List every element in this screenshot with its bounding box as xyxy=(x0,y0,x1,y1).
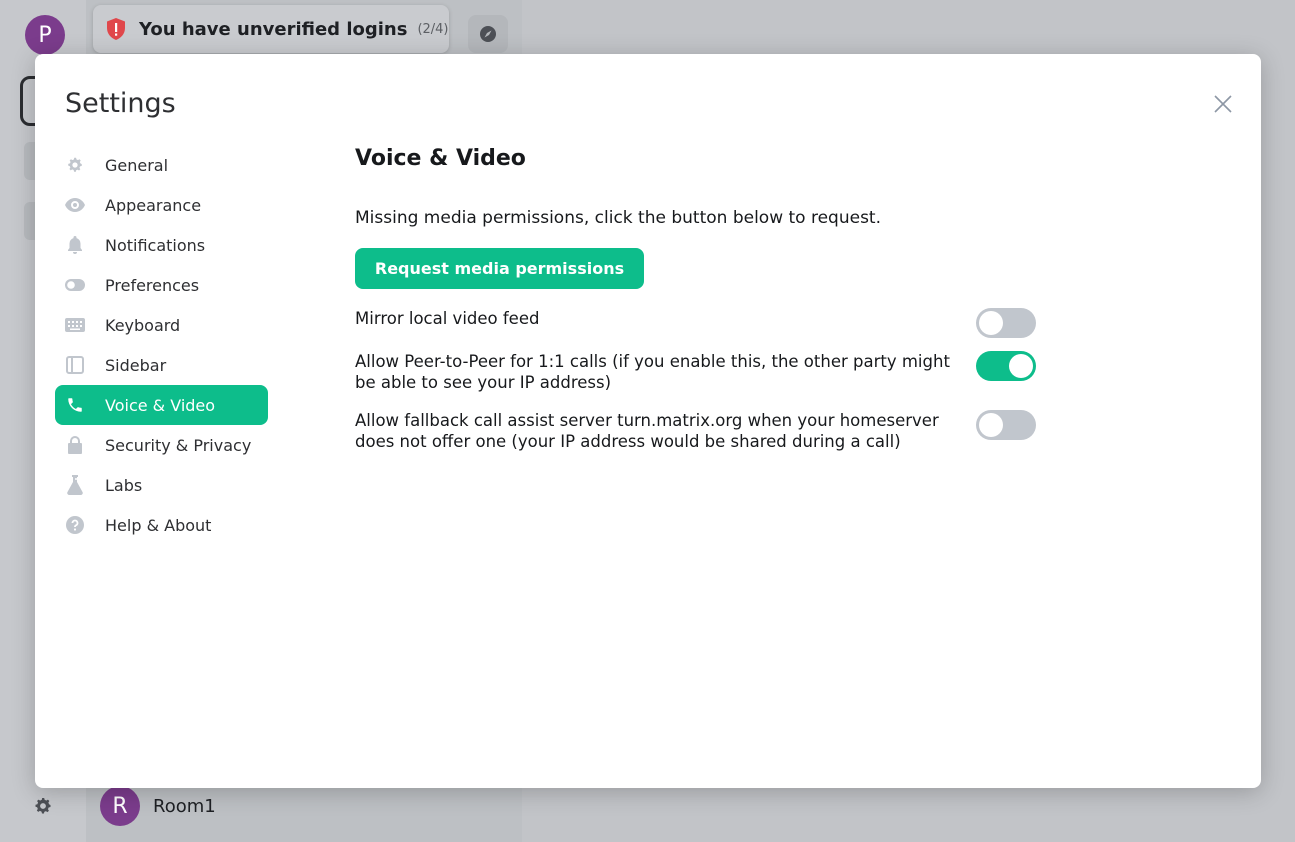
bell-icon xyxy=(65,235,85,255)
toast-title: You have unverified logins xyxy=(139,18,408,40)
setting-peer-to-peer: Allow Peer-to-Peer for 1:1 calls (if you… xyxy=(355,351,1036,393)
tab-label: General xyxy=(105,155,169,175)
compass-icon xyxy=(480,26,496,42)
settings-nav: General Appearance Notifications Prefere… xyxy=(55,145,268,545)
tab-label: Security & Privacy xyxy=(105,435,252,455)
tab-keyboard[interactable]: Keyboard xyxy=(55,305,268,345)
help-icon xyxy=(65,515,85,535)
sidebar-icon xyxy=(65,355,85,375)
setting-label: Allow Peer-to-Peer for 1:1 calls (if you… xyxy=(355,352,950,392)
tab-label: Notifications xyxy=(105,235,206,255)
eye-icon xyxy=(65,195,85,215)
tab-appearance[interactable]: Appearance xyxy=(55,185,268,225)
tab-label: Voice & Video xyxy=(105,395,216,415)
tab-voice-video[interactable]: Voice & Video xyxy=(55,385,268,425)
voice-video-panel: Voice & Video Missing media permissions,… xyxy=(355,146,1045,451)
quick-settings-icon[interactable] xyxy=(33,796,53,816)
room-list-item[interactable]: R Room1 xyxy=(100,786,216,826)
dialog-title: Settings xyxy=(65,88,176,119)
tab-label: Sidebar xyxy=(105,355,167,375)
tab-sidebar[interactable]: Sidebar xyxy=(55,345,268,385)
tab-label: Help & About xyxy=(105,515,212,535)
toggle-knob xyxy=(979,311,1003,335)
gear-icon xyxy=(65,155,85,175)
toggle-knob xyxy=(1009,354,1033,378)
tab-general[interactable]: General xyxy=(55,145,268,185)
fallback-turn-toggle[interactable] xyxy=(976,410,1036,440)
setting-fallback-turn: Allow fallback call assist server turn.m… xyxy=(355,410,1036,452)
tab-notifications[interactable]: Notifications xyxy=(55,225,268,265)
setting-label: Mirror local video feed xyxy=(355,309,540,328)
toggle-icon xyxy=(65,275,85,295)
setting-mirror-video: Mirror local video feed xyxy=(355,308,1036,338)
section-title: Voice & Video xyxy=(355,146,526,171)
tab-label: Keyboard xyxy=(105,315,181,335)
close-icon[interactable] xyxy=(1211,92,1235,116)
mirror-video-toggle[interactable] xyxy=(976,308,1036,338)
request-media-permissions-button[interactable]: Request media permissions xyxy=(355,248,644,289)
tab-help-about[interactable]: Help & About xyxy=(55,505,268,545)
tab-labs[interactable]: Labs xyxy=(55,465,268,505)
shield-warning-icon xyxy=(107,18,125,40)
lock-icon xyxy=(65,435,85,455)
peer-to-peer-toggle[interactable] xyxy=(976,351,1036,381)
unverified-logins-toast[interactable]: You have unverified logins (2/4) xyxy=(93,5,449,53)
phone-icon xyxy=(65,395,85,415)
tab-label: Preferences xyxy=(105,275,200,295)
tab-label: Appearance xyxy=(105,195,202,215)
tab-label: Labs xyxy=(105,475,143,495)
keyboard-icon xyxy=(65,315,85,335)
room-avatar: R xyxy=(100,786,140,826)
toast-count: (2/4) xyxy=(417,21,449,37)
settings-dialog: Settings General Appearance Notification… xyxy=(35,54,1261,788)
toggle-knob xyxy=(979,413,1003,437)
setting-label: Allow fallback call assist server turn.m… xyxy=(355,411,939,451)
explore-rooms-button[interactable] xyxy=(468,15,508,53)
tab-security-privacy[interactable]: Security & Privacy xyxy=(55,425,268,465)
flask-icon xyxy=(65,475,85,495)
user-avatar[interactable]: P xyxy=(25,15,65,55)
permissions-message: Missing media permissions, click the but… xyxy=(355,208,881,228)
tab-preferences[interactable]: Preferences xyxy=(55,265,268,305)
room-name: Room1 xyxy=(153,795,216,817)
